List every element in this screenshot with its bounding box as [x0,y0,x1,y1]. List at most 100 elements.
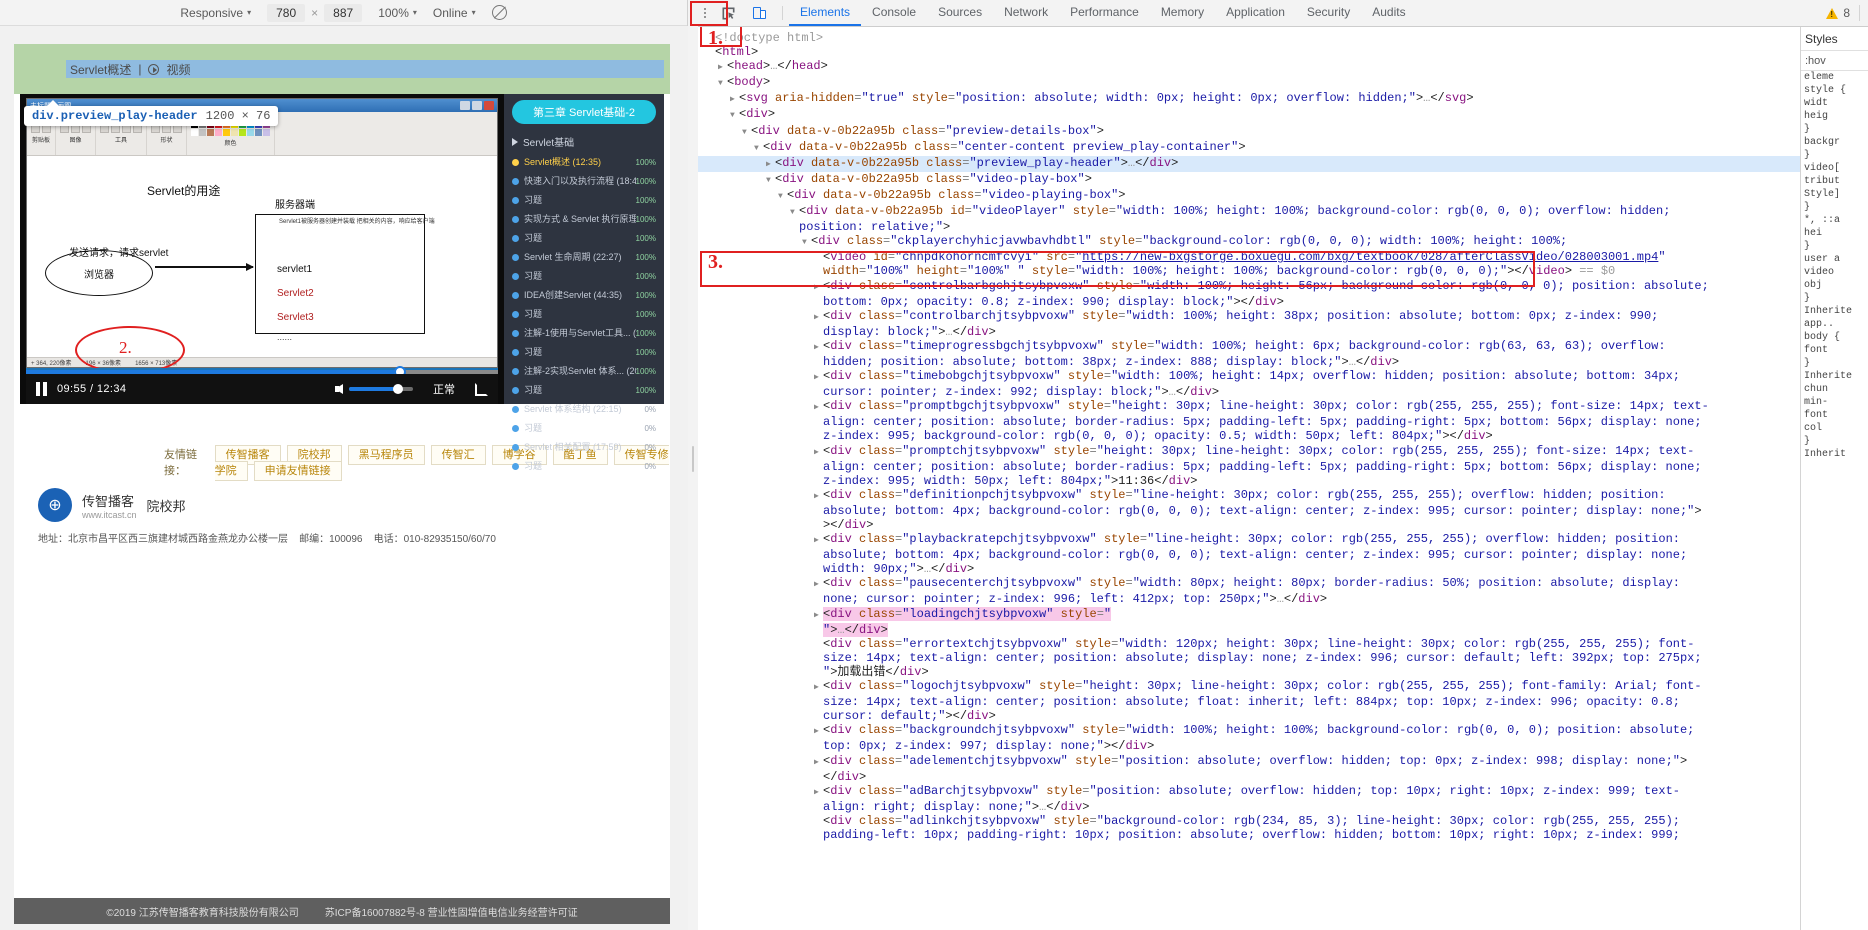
dom-line[interactable]: size: 14px; text-align: center; position… [698,695,1800,709]
fullscreen-icon[interactable] [475,382,488,396]
chapter-row[interactable]: 习题 100% [504,343,664,362]
expand-triangle-icon[interactable]: ▶ [718,61,727,75]
dom-line[interactable]: bottom: 0px; opacity: 0.8; z-index: 990;… [698,295,1800,309]
expand-triangle-icon[interactable]: ▶ [814,534,823,548]
chapter-row[interactable]: 注解-1使用与Servlet工具... (17:53)100% [504,324,664,343]
dom-line[interactable]: absolute; bottom: 4px; background-color:… [698,548,1800,562]
friend-link[interactable]: 传智汇 [430,445,486,465]
dom-line[interactable]: <html> [698,45,1800,59]
dom-line[interactable]: ▶ <div class="timeprogressbgchjtsybpvoxw"… [698,339,1800,355]
tab-network[interactable]: Network [993,0,1059,26]
video-player[interactable]: 未标题 - 画图 剪贴板 图像 工具 形状 [20,94,504,404]
dom-line[interactable]: ▶ <div class="promptbgchjtsybpvoxw" style… [698,399,1800,415]
playback-rate-button[interactable]: 正常 [423,381,465,397]
chapter-row[interactable]: 习题 100% [504,229,664,248]
inspect-element-icon[interactable] [712,0,744,26]
expand-triangle-icon[interactable]: ▶ [814,725,823,739]
dom-line[interactable]: <div class="errortextchjtsybpvoxw" style… [698,637,1800,651]
dom-line[interactable]: ">…</div> [698,622,1800,637]
chapter-row[interactable]: 习题 100% [504,267,664,286]
chapter-row[interactable]: 习题 0% [504,419,664,438]
chapter-row[interactable]: Servlet 相关配置 (17:59) 0% [504,438,664,457]
dom-line[interactable]: ▶ <div class="logochjtsybpvoxw" style="he… [698,679,1800,695]
dom-line[interactable]: z-index: 995; width: 50px; left: 804px;"… [698,474,1800,488]
dom-line[interactable]: display: block;">…</div> [698,325,1800,339]
chapter-row[interactable]: 习题 100% [504,305,664,324]
chapter-row[interactable]: 习题 100% [504,381,664,400]
chapter-row[interactable]: Servlet 体系结构 (22:15) 0% [504,400,664,419]
dom-line[interactable]: </div> [698,770,1800,784]
dom-line[interactable]: ▶ <div data-v-0b22a95b class="preview_pla… [698,155,1800,172]
expand-triangle-icon[interactable]: ▶ [730,93,739,107]
dom-line[interactable]: ▼ <div data-v-0b22a95b class="video-play-… [698,172,1800,188]
expand-triangle-icon[interactable]: ▼ [790,206,799,220]
panel-splitter[interactable] [688,0,698,930]
pause-icon[interactable] [36,382,47,396]
dom-line[interactable]: <!doctype html> [698,31,1800,45]
friend-link[interactable]: 申请友情链接 [253,461,342,481]
dom-line[interactable]: ▶ <div class="adBarchjtsybpvoxw" style="p… [698,784,1800,800]
dom-line[interactable]: hidden; position: absolute; bottom: 38px… [698,355,1800,369]
warning-icon[interactable] [1826,7,1839,19]
dom-line[interactable]: width: 90px;">…</div> [698,562,1800,576]
dom-line[interactable]: none; cursor: pointer; z-index: 996; lef… [698,592,1800,606]
expand-triangle-icon[interactable]: ▼ [754,142,763,156]
tab-console[interactable]: Console [861,0,927,26]
friend-link[interactable]: 黑马程序员 [347,445,425,465]
volume-knob[interactable] [393,384,403,394]
expand-triangle-icon[interactable]: ▶ [814,609,823,623]
chapter-row[interactable]: 快速入门以及执行流程 (18:44) 100% [504,172,664,191]
volume-control[interactable] [335,384,413,394]
more-options-icon[interactable] [698,0,712,26]
dom-line[interactable]: ▼ <div data-v-0b22a95b class="preview-det… [698,124,1800,140]
expand-triangle-icon[interactable]: ▶ [814,311,823,325]
expand-triangle-icon[interactable]: ▶ [814,786,823,800]
dom-line[interactable]: ▶ <div class="loadingchjtsybpvoxw" style=… [698,606,1800,623]
styles-hov-button[interactable]: :hov [1801,51,1868,71]
dom-line[interactable]: <video id="chnpdkohorncmfcvyi" src="http… [698,250,1800,264]
expand-triangle-icon[interactable]: ▶ [814,446,823,460]
dom-line[interactable]: ▶ <div class="controlbarchjtsybpvoxw" sty… [698,309,1800,325]
expand-triangle-icon[interactable]: ▼ [766,174,775,188]
dom-line[interactable]: ▶ <div class="adelementchjtsybpvoxw" styl… [698,754,1800,770]
dom-line[interactable]: size: 14px; text-align: center; position… [698,651,1800,665]
dom-line[interactable]: ▼ <body> [698,75,1800,91]
chapter-row[interactable]: 实现方式 & Servlet 执行原理 (23:56)100% [504,210,664,229]
device-zoom-select[interactable]: 100% ▾ [378,6,417,20]
tab-performance[interactable]: Performance [1059,0,1150,26]
volume-icon[interactable] [335,384,343,394]
tab-memory[interactable]: Memory [1150,0,1215,26]
tab-application[interactable]: Application [1215,0,1296,26]
chapter-row[interactable]: 习题 0% [504,457,664,476]
dom-line[interactable]: position: relative;"> [698,220,1800,234]
expand-triangle-icon[interactable]: ▶ [814,341,823,355]
dom-line[interactable]: padding-left: 10px; padding-right: 10px;… [698,828,1800,842]
expand-triangle-icon[interactable]: ▶ [814,756,823,770]
expand-triangle-icon[interactable]: ▼ [802,236,811,250]
device-width-input[interactable]: 780 [267,3,306,22]
dom-line[interactable]: ▼ <div> [698,107,1800,123]
tab-audits[interactable]: Audits [1361,0,1416,26]
dom-line[interactable]: cursor: pointer; z-index: 992; display: … [698,385,1800,399]
dom-line[interactable]: ▶ <div class="pausecenterchjtsybpvoxw" st… [698,576,1800,592]
network-throttle-select[interactable]: Online ▾ [433,6,476,20]
expand-triangle-icon[interactable]: ▶ [814,681,823,695]
expand-triangle-icon[interactable]: ▶ [814,401,823,415]
expand-triangle-icon[interactable]: ▼ [742,126,751,140]
dom-line[interactable]: ▼ <div data-v-0b22a95b id="videoPlayer" s… [698,204,1800,220]
chapter-row[interactable]: IDEA创建Servlet (44:35) 100% [504,286,664,305]
dom-line[interactable]: ▶ <div class="definitionpchjtsybpvoxw" st… [698,488,1800,504]
expand-triangle-icon[interactable]: ▼ [718,77,727,91]
dom-line[interactable]: ▶ <div class="playbackratepchjtsybpvoxw" … [698,532,1800,548]
dom-line[interactable]: ▶ <div class="promptchjtsybpvoxw" style="… [698,444,1800,460]
chapter-row[interactable]: 习题 100% [504,191,664,210]
dom-line[interactable]: align: center; position: absolute; borde… [698,415,1800,429]
dom-line[interactable]: align: right; display: none;">…</div> [698,800,1800,814]
device-preset-select[interactable]: Responsive ▾ [180,6,251,20]
expand-triangle-icon[interactable]: ▶ [814,281,823,295]
dom-line[interactable]: width="100%" height="100%" " style="widt… [698,264,1800,278]
tab-sources[interactable]: Sources [927,0,993,26]
dom-line[interactable]: z-index: 995; background-color: rgb(0, 0… [698,429,1800,443]
dom-tree[interactable]: <!doctype html> <html> ▶ <head>…</head> ▼ <bo… [698,27,1800,930]
tab-security[interactable]: Security [1296,0,1361,26]
